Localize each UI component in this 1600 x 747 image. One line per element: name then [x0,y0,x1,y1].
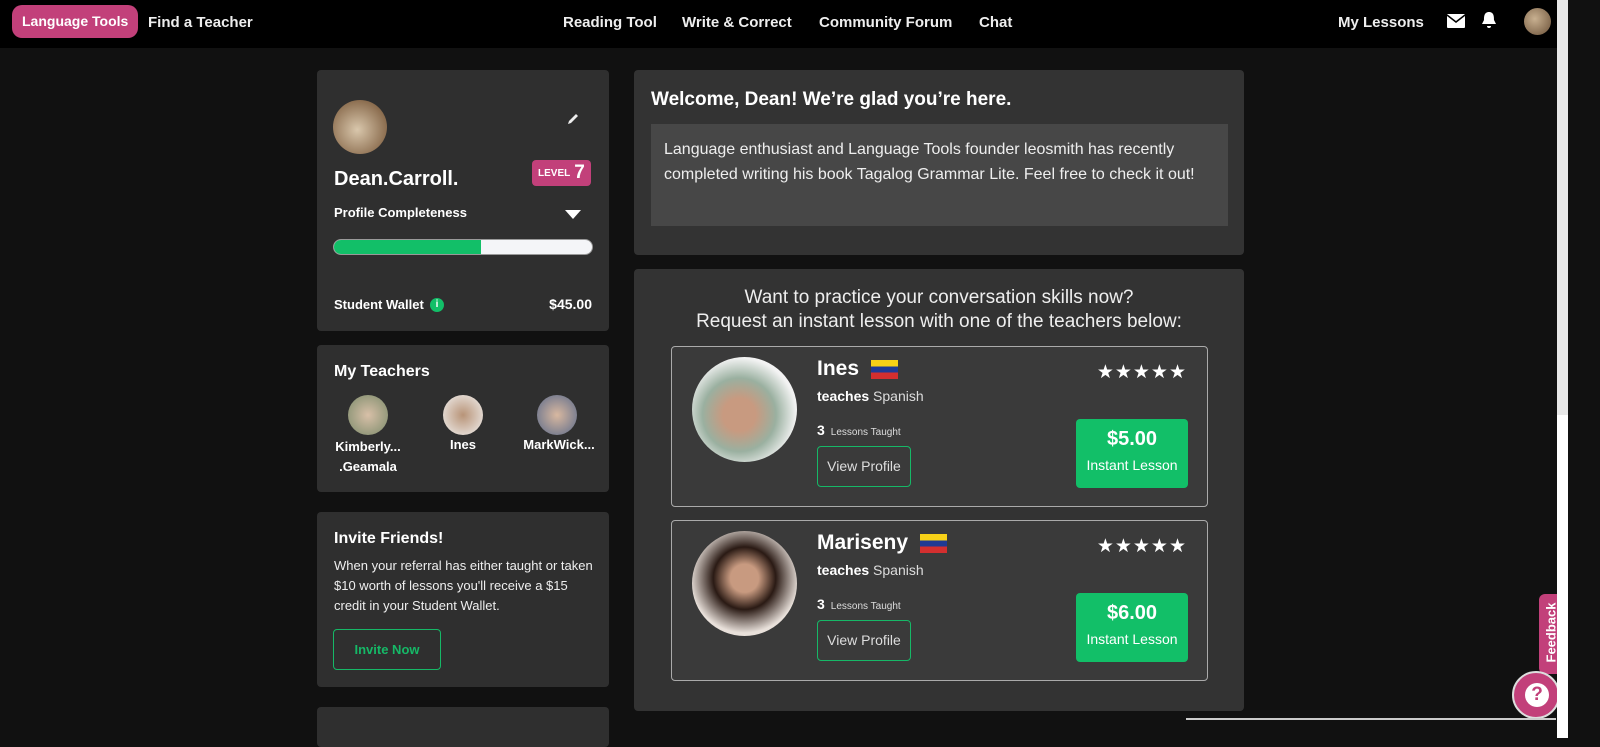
teacher-name[interactable]: Ines [817,357,859,381]
instant-lesson-label: Instant Lesson [1086,457,1178,473]
instant-lesson-button[interactable]: $5.00 Instant Lesson [1076,419,1188,488]
invite-title: Invite Friends! [334,530,444,547]
wallet-value: $45.00 [549,296,592,312]
brand-button[interactable]: Language Tools [12,5,139,38]
lesson-price: $6.00 [1106,602,1158,624]
bell-icon[interactable] [1481,11,1497,29]
help-button[interactable]: ? [1512,671,1560,719]
rating-stars: ★★★★★ [1096,536,1187,557]
rating-stars: ★★★★★ [1096,362,1187,383]
scrollbar[interactable] [1557,0,1568,738]
user-avatar[interactable] [1524,8,1551,35]
help-icon: ? [1525,683,1549,707]
profile-avatar [333,100,387,154]
completeness-fill [334,240,482,254]
info-icon[interactable]: i [430,298,444,312]
level-value: 7 [574,162,585,183]
lessons-count: 3 [817,596,825,612]
nav-find-teacher[interactable]: Find a Teacher [148,14,253,31]
teacher-avatar[interactable] [443,395,483,435]
profile-card: Dean.Carroll. LEVEL 7 Profile Completene… [317,70,609,331]
scrollbar-thumb[interactable] [1557,415,1568,738]
invite-now-button[interactable]: Invite Now [333,629,441,670]
level-label: LEVEL [538,167,571,179]
top-nav: Language Tools Find a Teacher Reading To… [0,0,1568,48]
lesson-price: $5.00 [1106,428,1158,450]
invite-card: Invite Friends! When your referral has e… [317,512,609,687]
nav-chat[interactable]: Chat [979,14,1012,31]
level-badge: LEVEL 7 [532,160,591,186]
nav-reading-tool[interactable]: Reading Tool [563,14,657,31]
teacher-photo[interactable] [692,531,797,636]
practice-line1: Want to practice your conversation skill… [744,287,1134,308]
nav-my-lessons[interactable]: My Lessons [1338,14,1424,31]
edit-pencil-icon[interactable] [566,112,580,126]
lessons-label: Lessons Taught [830,601,901,612]
mail-icon[interactable] [1447,14,1465,28]
teacher-card: Mariseny ★★★★★ teaches Spanish 3 Lessons … [671,520,1208,681]
completeness-label: Profile Completeness [334,205,467,220]
teacher-card: Ines ★★★★★ teaches Spanish 3 Lessons Taug… [671,346,1208,507]
practice-line2: Request an instant lesson with one of th… [696,311,1182,332]
my-teachers-card: My Teachers Kimberly... .Geamala Ines Ma… [317,345,609,492]
welcome-title: Welcome, Dean! We’re glad you’re here. [651,89,1012,110]
welcome-message: Language enthusiast and Language Tools f… [651,124,1228,226]
view-profile-button[interactable]: View Profile [817,446,911,487]
instant-lesson-label: Instant Lesson [1086,631,1178,647]
teaches-label: teaches [817,562,870,578]
teacher-language: Spanish [873,562,924,578]
teacher-avatar[interactable] [537,395,577,435]
profile-name: Dean.Carroll. [334,168,459,190]
instant-lesson-button[interactable]: $6.00 Instant Lesson [1076,593,1188,662]
lessons-count: 3 [817,422,825,438]
divider [1186,718,1556,720]
teacher-photo[interactable] [692,357,797,462]
nav-write-correct[interactable]: Write & Correct [682,14,792,31]
teacher-avatar[interactable] [348,395,388,435]
practice-card: Want to practice your conversation skill… [634,269,1244,711]
welcome-card: Welcome, Dean! We’re glad you’re here. L… [634,70,1244,255]
my-teachers-title: My Teachers [334,363,430,380]
view-profile-button[interactable]: View Profile [817,620,911,661]
teacher-language: Spanish [873,388,924,404]
venezuela-flag-icon [871,359,899,379]
teacher-name[interactable]: Kimberly... .Geamala [327,437,409,477]
completeness-bar [333,239,593,255]
chevron-down-icon[interactable] [565,210,581,220]
teacher-name[interactable]: Ines [423,437,503,452]
invite-text: When your referral has either taught or … [334,558,593,613]
nav-community-forum[interactable]: Community Forum [819,14,952,31]
wallet-label: Student Wallet [334,297,424,312]
next-card [317,707,609,747]
teaches-label: teaches [817,388,870,404]
lessons-label: Lessons Taught [830,427,901,438]
teacher-name[interactable]: Mariseny [817,531,908,555]
teacher-name[interactable]: MarkWick... [517,437,601,452]
venezuela-flag-icon [920,533,948,553]
